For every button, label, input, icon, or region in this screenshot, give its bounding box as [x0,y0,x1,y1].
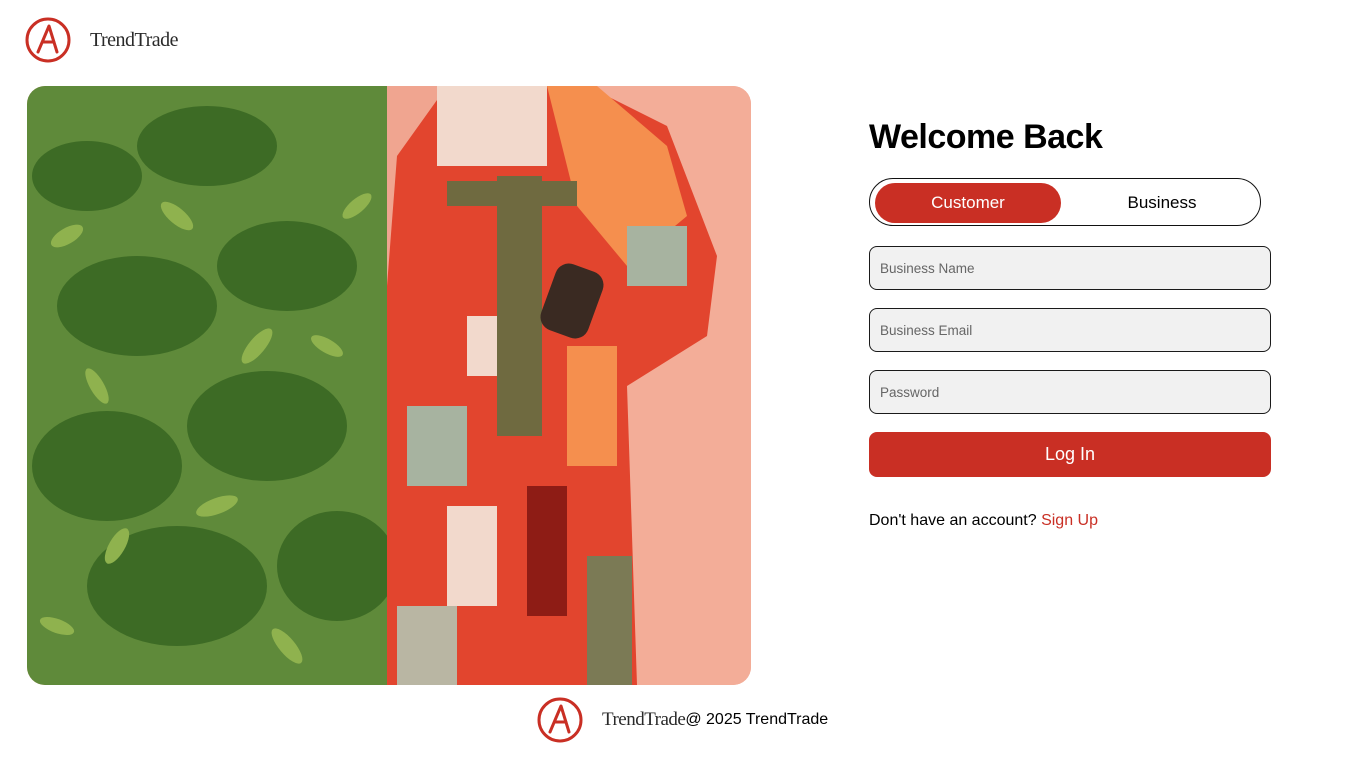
business-tab[interactable]: Business [1068,183,1256,223]
hero-image [27,86,751,685]
footer: TrendTrade @ 2025 TrendTrade [536,696,828,744]
business-name-input[interactable] [869,246,1271,290]
password-input[interactable] [869,370,1271,414]
business-email-input[interactable] [869,308,1271,352]
footer-logo-icon [537,697,583,743]
account-type-toggle: Customer Business [869,178,1261,226]
customer-tab[interactable]: Customer [875,183,1061,223]
copyright-text: @ 2025 TrendTrade [685,711,829,728]
login-button[interactable]: Log In [869,432,1271,477]
fashion-photo [27,86,751,685]
brand-name: TrendTrade [90,28,178,51]
signup-link[interactable]: Sign Up [1041,512,1098,529]
brand-logo-icon [25,17,71,63]
header-logo[interactable]: TrendTrade [24,16,178,64]
page-title: Welcome Back [869,118,1103,156]
signup-prompt-row: Don't have an account? Sign Up [869,512,1098,530]
footer-brand-name: TrendTrade [602,709,686,730]
signup-prompt-text: Don't have an account? [869,512,1037,529]
login-form: Welcome Back Customer Business Log In Do… [869,118,1271,529]
